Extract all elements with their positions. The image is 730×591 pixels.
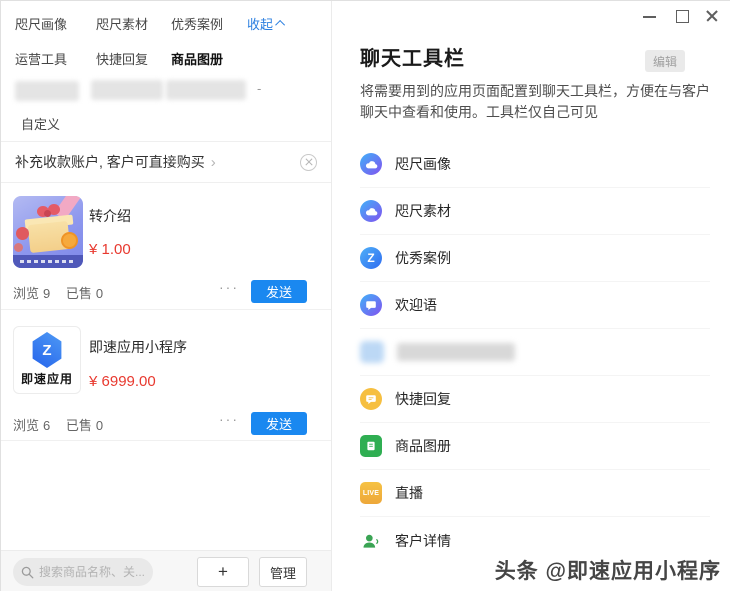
- toolbar-item-label: 优秀案例: [395, 248, 451, 268]
- product-image: [13, 196, 83, 268]
- toolbar-item-blurred[interactable]: [360, 329, 710, 376]
- customer-person-icon: [360, 530, 382, 552]
- quick-reply-icon: [360, 388, 382, 410]
- minimize-icon[interactable]: [639, 6, 661, 26]
- toolbar-item-label: 欢迎语: [395, 295, 437, 315]
- close-notice-icon[interactable]: [300, 154, 317, 171]
- cloud-icon: [360, 153, 382, 175]
- maximize-icon[interactable]: [671, 6, 693, 26]
- toolbar-panel: 聊天工具栏 编辑 将需要用到的应用页面配置到聊天工具栏，方便在与客户聊天中查看和…: [331, 1, 730, 591]
- send-button[interactable]: 发送: [251, 280, 307, 303]
- edit-button[interactable]: 编辑: [645, 50, 685, 72]
- toolbar-item-youxiu-anli[interactable]: Z 优秀案例: [360, 235, 710, 282]
- blurred-tab-1[interactable]: [15, 81, 79, 101]
- tab-custom[interactable]: 自定义: [21, 114, 60, 133]
- toolbar-description: 将需要用到的应用页面配置到聊天工具栏，方便在与客户聊天中查看和使用。工具栏仅自己…: [360, 81, 714, 123]
- toolbar-item-kuaijie-huifu[interactable]: 快捷回复: [360, 376, 710, 423]
- blurred-tab-3[interactable]: [166, 80, 246, 100]
- live-icon: LIVE: [360, 482, 382, 504]
- tab-youxiu-anli[interactable]: 优秀案例: [171, 14, 223, 33]
- product-image: Z 即速应用: [13, 326, 81, 394]
- search-box[interactable]: [13, 558, 153, 586]
- product-stats: 浏览6 已售0: [13, 415, 107, 434]
- toolbar-item-shangpin-tuce[interactable]: 商品图册: [360, 423, 710, 470]
- send-button[interactable]: 发送: [251, 412, 307, 435]
- tab-kuaijie-huifu[interactable]: 快捷回复: [96, 49, 148, 68]
- toolbar-item-label: 直播: [395, 483, 423, 503]
- cloud-icon: [360, 200, 382, 222]
- app-window: 咫尺画像 咫尺素材 优秀案例 收起 运营工具 快捷回复 商品图册 - 自定义 补…: [0, 0, 730, 591]
- add-product-button[interactable]: +: [197, 557, 249, 587]
- product-title: 即速应用小程序: [89, 337, 187, 357]
- chevron-right-icon: ›: [211, 154, 300, 171]
- search-input[interactable]: [39, 565, 144, 579]
- product-footer-bar: + 管理: [1, 550, 331, 591]
- watermark: 头条 @即速应用小程序: [495, 555, 721, 585]
- blurred-label: [397, 343, 515, 361]
- product-card[interactable]: 转介绍 ¥ 1.00 浏览9 已售0 ··· 发送: [1, 183, 331, 310]
- product-album-icon: [360, 435, 382, 457]
- collapse-toggle[interactable]: 收起: [247, 14, 285, 33]
- product-price: ¥ 1.00: [89, 241, 131, 258]
- product-stats: 浏览9 已售0: [13, 283, 107, 302]
- blurred-tab-2[interactable]: [91, 80, 163, 100]
- close-icon[interactable]: [701, 6, 723, 26]
- search-icon: [21, 566, 34, 579]
- toolbar-item-label: 咫尺素材: [395, 201, 451, 221]
- tab-yunying-gongju[interactable]: 运营工具: [15, 49, 67, 68]
- toolbar-item-label: 咫尺画像: [395, 154, 451, 174]
- tab-zhichi-sucai[interactable]: 咫尺素材: [96, 14, 148, 33]
- toolbar-item-list: 咫尺画像 咫尺素材 Z 优秀案例 欢迎语: [360, 141, 710, 564]
- toolbar-item-zhichi-sucai[interactable]: 咫尺素材: [360, 188, 710, 235]
- toolbar-item-label: 商品图册: [395, 436, 451, 456]
- toolbar-item-zhichi-huaxiang[interactable]: 咫尺画像: [360, 141, 710, 188]
- payment-notice-bar[interactable]: 补充收款账户, 客户可直接购买 ›: [1, 142, 331, 183]
- tab-shangpin-tuce[interactable]: 商品图册: [171, 49, 223, 68]
- page-title: 聊天工具栏: [360, 42, 465, 71]
- more-options-icon[interactable]: ···: [219, 411, 239, 427]
- product-price: ¥ 6999.00: [89, 373, 156, 390]
- product-title: 转介绍: [89, 206, 131, 226]
- chevron-up-icon: [275, 20, 285, 30]
- blurred-icon: [360, 341, 384, 363]
- toolbar-item-zhibo[interactable]: LIVE 直播: [360, 470, 710, 517]
- chat-bubble-icon: [360, 294, 382, 316]
- jisu-z-icon: Z: [360, 247, 382, 269]
- manage-button[interactable]: 管理: [259, 557, 307, 587]
- dash-separator: -: [257, 81, 261, 96]
- product-card[interactable]: Z 即速应用 即速应用小程序 ¥ 6999.00 浏览6 已售0 ··· 发送: [1, 311, 331, 441]
- jisu-logo-text: 即速应用: [21, 370, 73, 387]
- notice-text: 补充收款账户, 客户可直接购买: [15, 152, 205, 172]
- toolbar-item-label: 客户详情: [395, 531, 451, 551]
- tab-zhichi-huaxiang[interactable]: 咫尺画像: [15, 14, 67, 33]
- product-panel: 咫尺画像 咫尺素材 优秀案例 收起 运营工具 快捷回复 商品图册 - 自定义 补…: [1, 1, 331, 591]
- jisu-logo-icon: Z: [31, 332, 63, 368]
- more-options-icon[interactable]: ···: [219, 279, 239, 295]
- collapse-label: 收起: [247, 14, 273, 33]
- toolbar-item-huanyingyu[interactable]: 欢迎语: [360, 282, 710, 329]
- toolbar-item-label: 快捷回复: [395, 389, 451, 409]
